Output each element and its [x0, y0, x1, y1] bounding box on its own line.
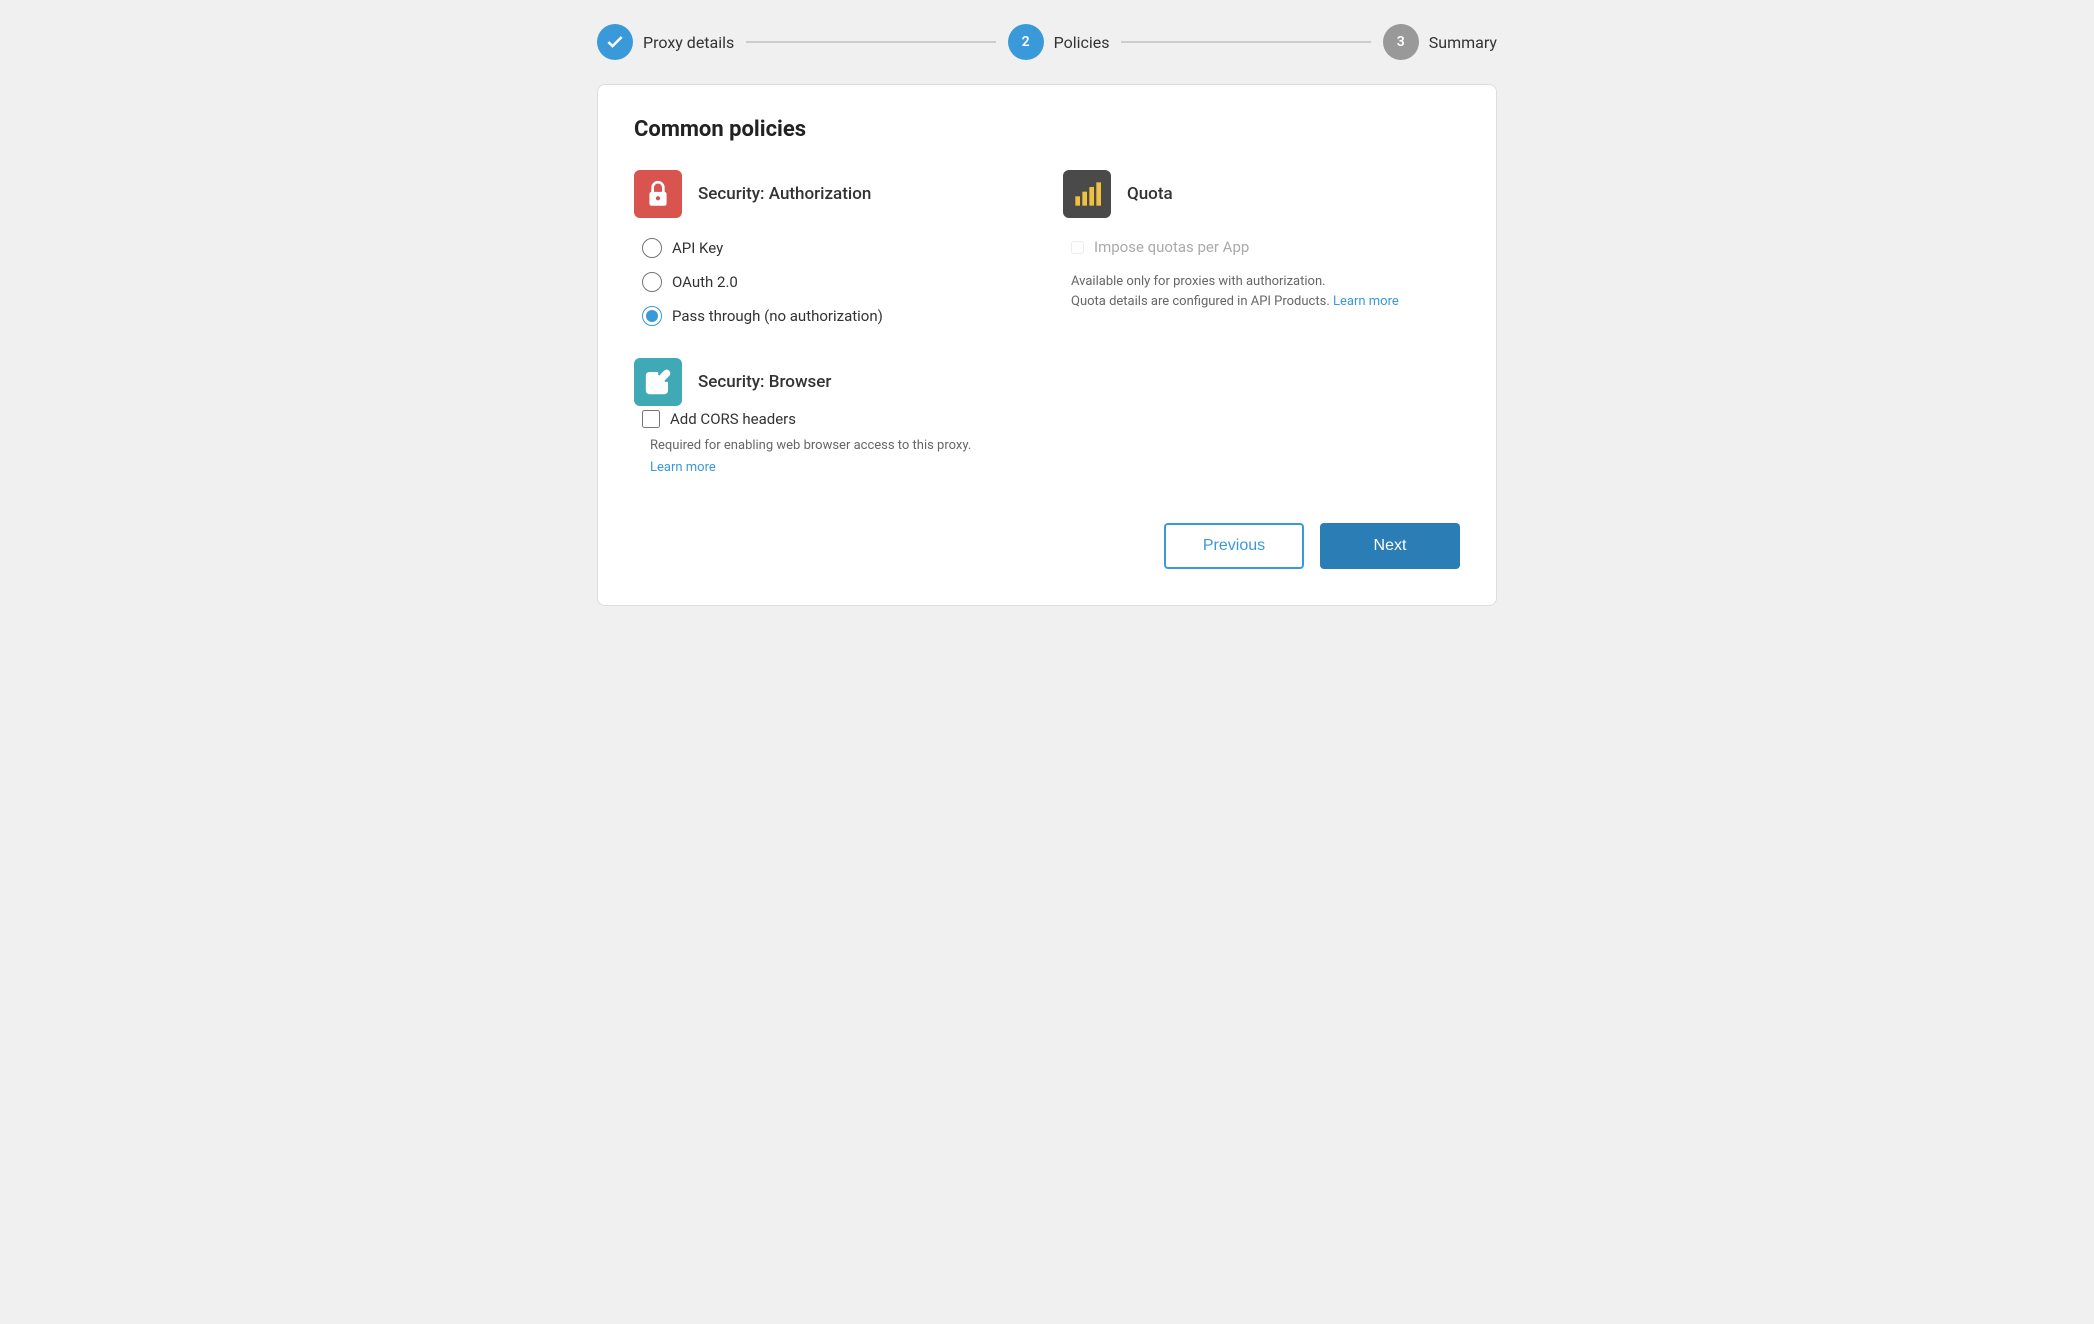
quota-learn-more-link[interactable]: Learn more: [1333, 294, 1399, 309]
cors-learn-more-link[interactable]: Learn more: [650, 460, 716, 475]
security-authorization-icon: [634, 170, 682, 218]
api-key-option[interactable]: API Key: [642, 238, 1031, 258]
security-browser-section: Security: Browser Add CORS headers Requi…: [634, 358, 1460, 475]
step-connector-2: [1121, 41, 1370, 43]
cors-help-text: Required for enabling web browser access…: [650, 436, 1460, 456]
security-browser-header: Security: Browser: [634, 358, 1460, 406]
cors-checkbox[interactable]: [642, 410, 660, 428]
stepper: Proxy details 2 Policies 3 Summary: [597, 24, 1497, 60]
pass-through-option[interactable]: Pass through (no authorization): [642, 306, 1031, 326]
quota-checkbox-wrapper: Impose quotas per App: [1071, 238, 1460, 256]
oauth-label: OAuth 2.0: [672, 273, 738, 291]
quota-title: Quota: [1127, 184, 1173, 204]
step-circle-policies: 2: [1008, 24, 1044, 60]
policies-grid: Security: Authorization API Key OAuth 2.…: [634, 170, 1460, 326]
security-authorization-header: Security: Authorization: [634, 170, 1031, 218]
step-connector-1: [746, 41, 995, 43]
main-card: Common policies Security: Authorization: [597, 84, 1497, 606]
quota-icon: [1063, 170, 1111, 218]
step-circle-proxy-details: [597, 24, 633, 60]
api-key-label: API Key: [672, 239, 723, 257]
quota-header: Quota: [1063, 170, 1460, 218]
quota-section: Quota Impose quotas per App Available on…: [1063, 170, 1460, 326]
api-key-radio[interactable]: [642, 238, 662, 258]
cors-label: Add CORS headers: [670, 410, 796, 428]
footer-buttons: Previous Next: [634, 523, 1460, 569]
next-button[interactable]: Next: [1320, 523, 1460, 569]
impose-quota-checkbox[interactable]: [1071, 241, 1084, 254]
oauth-option[interactable]: OAuth 2.0: [642, 272, 1031, 292]
impose-quota-label: Impose quotas per App: [1094, 238, 1249, 256]
step-summary: 3 Summary: [1383, 24, 1497, 60]
pass-through-label: Pass through (no authorization): [672, 307, 883, 325]
security-browser-icon: [634, 358, 682, 406]
step-policies: 2 Policies: [1008, 24, 1110, 60]
security-browser-title: Security: Browser: [698, 372, 831, 392]
step-proxy-details: Proxy details: [597, 24, 734, 60]
cors-checkbox-option[interactable]: Add CORS headers: [642, 410, 1460, 428]
previous-button[interactable]: Previous: [1164, 523, 1304, 569]
step-label-proxy-details: Proxy details: [643, 33, 734, 52]
security-authorization-section: Security: Authorization API Key OAuth 2.…: [634, 170, 1031, 326]
authorization-options: API Key OAuth 2.0 Pass through (no autho…: [642, 238, 1031, 326]
card-title: Common policies: [634, 117, 1460, 142]
step-label-summary: Summary: [1429, 33, 1497, 52]
step-label-policies: Policies: [1054, 33, 1110, 52]
pass-through-radio[interactable]: [642, 306, 662, 326]
step-circle-summary: 3: [1383, 24, 1419, 60]
quota-help-text: Available only for proxies with authoriz…: [1071, 272, 1460, 311]
oauth-radio[interactable]: [642, 272, 662, 292]
security-authorization-title: Security: Authorization: [698, 184, 871, 204]
